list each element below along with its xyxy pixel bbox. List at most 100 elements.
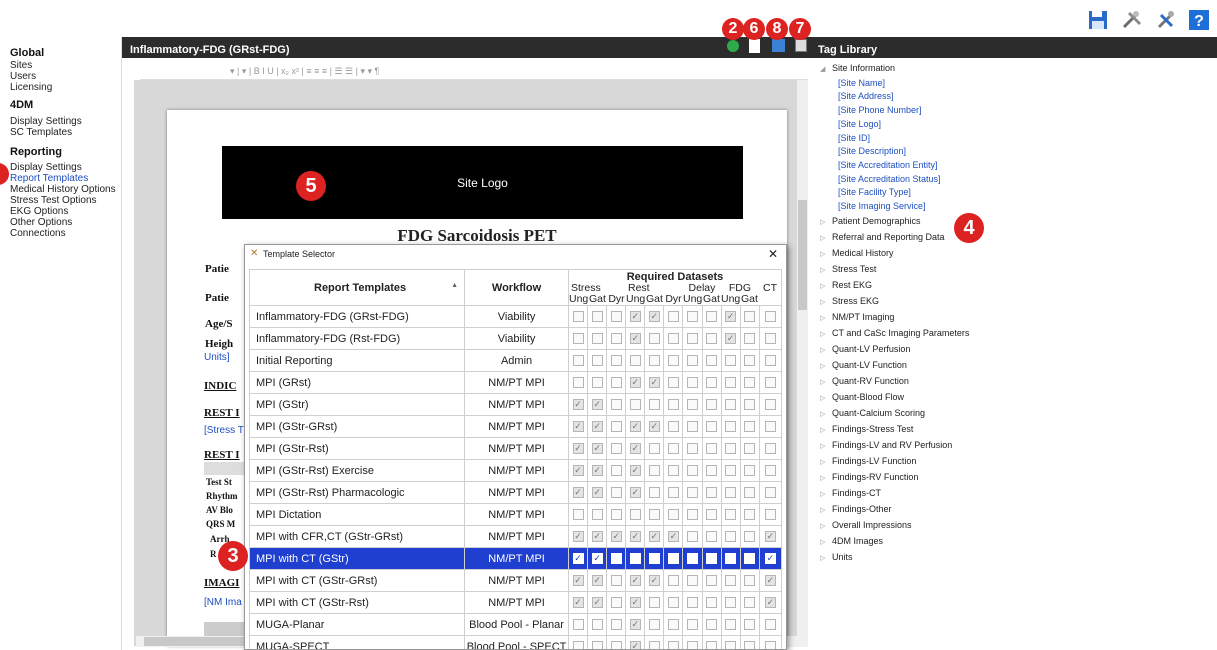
unchecked-checkbox[interactable] [667,399,679,411]
unchecked-checkbox[interactable] [572,641,584,649]
checked-checkbox[interactable]: ✓ [764,531,776,543]
checked-checkbox[interactable]: ✓ [629,443,641,455]
unchecked-checkbox[interactable] [648,333,660,345]
unchecked-checkbox[interactable] [667,311,679,323]
template-row[interactable]: MPI with CT (GStr-GRst) NM/PT MPI ✓ ✓ ✓ ✓ ✓ [248,569,783,592]
checked-checkbox[interactable]: ✓ [572,487,584,499]
unchecked-checkbox[interactable] [686,509,698,521]
checked-checkbox[interactable]: ✓ [629,487,641,499]
checked-checkbox[interactable]: ✓ [648,421,660,433]
unchecked-checkbox[interactable] [667,619,679,631]
unchecked-checkbox[interactable] [744,531,756,543]
unchecked-checkbox[interactable] [725,641,737,649]
unchecked-checkbox[interactable] [572,311,584,323]
checked-checkbox[interactable]: ✓ [629,421,641,433]
unchecked-checkbox[interactable] [610,443,622,455]
site-tag-item[interactable]: [Site ID] [820,132,1217,146]
unchecked-checkbox[interactable] [725,399,737,411]
sidebar-item-display-settings[interactable]: Display Settings [10,162,121,173]
checked-checkbox[interactable]: ✓ [572,399,584,411]
unchecked-checkbox[interactable] [648,641,660,649]
unchecked-checkbox[interactable] [591,619,603,631]
checked-checkbox[interactable]: ✓ [629,531,641,543]
unchecked-checkbox[interactable] [706,531,718,543]
unchecked-checkbox[interactable] [610,509,622,521]
unchecked-checkbox[interactable] [706,619,718,631]
unchecked-checkbox[interactable] [610,399,622,411]
unchecked-checkbox[interactable] [706,575,718,587]
unchecked-checkbox[interactable] [744,377,756,389]
tag-category-item[interactable]: ▷ Findings-LV and RV Perfusion [820,438,1217,454]
template-row[interactable]: MPI (GStr-Rst) NM/PT MPI ✓ ✓ ✓ [248,437,783,460]
checked-checkbox[interactable]: ✓ [572,421,584,433]
unchecked-checkbox[interactable] [764,377,776,389]
unchecked-checkbox[interactable] [686,619,698,631]
checked-checkbox[interactable]: ✓ [591,487,603,499]
partial-link[interactable]: [Stress T [204,425,244,436]
site-tag-item[interactable]: [Site Accreditation Status] [820,173,1217,187]
column-header-templates[interactable]: Report Templates ▲ [248,269,466,306]
unchecked-checkbox[interactable] [667,641,679,649]
sidebar-item-sites[interactable]: Sites [10,60,121,71]
checked-checkbox[interactable]: ✓ [591,465,603,477]
tag-category-item[interactable]: ▷ Stress EKG [820,294,1217,310]
unchecked-checkbox[interactable] [744,333,756,345]
unchecked-checkbox[interactable] [572,377,584,389]
unchecked-checkbox[interactable] [725,487,737,499]
sidebar-item-sc-templates[interactable]: SC Templates [10,127,121,138]
unchecked-checkbox[interactable] [725,619,737,631]
unchecked-checkbox[interactable] [648,619,660,631]
unchecked-checkbox[interactable] [686,333,698,345]
unchecked-checkbox[interactable] [667,333,679,345]
checked-checkbox[interactable]: ✓ [629,619,641,631]
unchecked-checkbox[interactable] [706,641,718,649]
unchecked-checkbox[interactable] [648,465,660,477]
sidebar-item-ekg-options[interactable]: EKG Options [10,206,121,217]
unchecked-checkbox[interactable] [610,641,622,649]
unchecked-checkbox[interactable] [744,597,756,609]
unchecked-checkbox[interactable] [744,619,756,631]
checked-checkbox[interactable]: ✓ [572,531,584,543]
unchecked-checkbox[interactable] [706,421,718,433]
unchecked-checkbox[interactable] [648,399,660,411]
partial-link[interactable]: Units] [204,352,244,363]
unchecked-checkbox[interactable] [725,575,737,587]
unchecked-checkbox[interactable] [629,553,641,565]
unchecked-checkbox[interactable] [764,399,776,411]
unchecked-checkbox[interactable] [686,575,698,587]
unchecked-checkbox[interactable] [686,597,698,609]
sidebar-item-display-settings-4dm[interactable]: Display Settings [10,116,121,127]
unchecked-checkbox[interactable] [725,465,737,477]
unchecked-checkbox[interactable] [667,597,679,609]
unchecked-checkbox[interactable] [764,421,776,433]
unchecked-checkbox[interactable] [744,311,756,323]
unchecked-checkbox[interactable] [686,355,698,367]
unchecked-checkbox[interactable] [591,641,603,649]
unchecked-checkbox[interactable] [667,443,679,455]
unchecked-checkbox[interactable] [648,597,660,609]
export-icon[interactable] [795,39,807,52]
checked-checkbox[interactable]: ✓ [572,465,584,477]
tag-category-item[interactable]: ▷ Quant-LV Function [820,358,1217,374]
help-icon[interactable]: ? [1188,9,1210,31]
site-tag-item[interactable]: [Site Facility Type] [820,186,1217,200]
tag-category-item[interactable]: ▷ Quant-RV Function [820,374,1217,390]
unchecked-checkbox[interactable] [725,509,737,521]
unchecked-checkbox[interactable] [686,487,698,499]
checked-checkbox[interactable]: ✓ [648,311,660,323]
unchecked-checkbox[interactable] [591,509,603,521]
document-icon[interactable] [749,39,760,53]
unchecked-checkbox[interactable] [764,465,776,477]
checked-checkbox[interactable]: ✓ [764,597,776,609]
unchecked-checkbox[interactable] [610,377,622,389]
checked-checkbox[interactable]: ✓ [591,531,603,543]
unchecked-checkbox[interactable] [648,443,660,455]
checked-checkbox[interactable]: ✓ [591,421,603,433]
unchecked-checkbox[interactable] [706,553,718,565]
unchecked-checkbox[interactable] [610,487,622,499]
unchecked-checkbox[interactable] [667,509,679,521]
download-icon[interactable] [727,40,739,52]
template-row[interactable]: MPI (GStr-Rst) Pharmacologic NM/PT MPI ✓ ✓ ✓ [248,481,783,504]
checked-checkbox[interactable]: ✓ [629,465,641,477]
checked-checkbox[interactable]: ✓ [725,333,737,345]
